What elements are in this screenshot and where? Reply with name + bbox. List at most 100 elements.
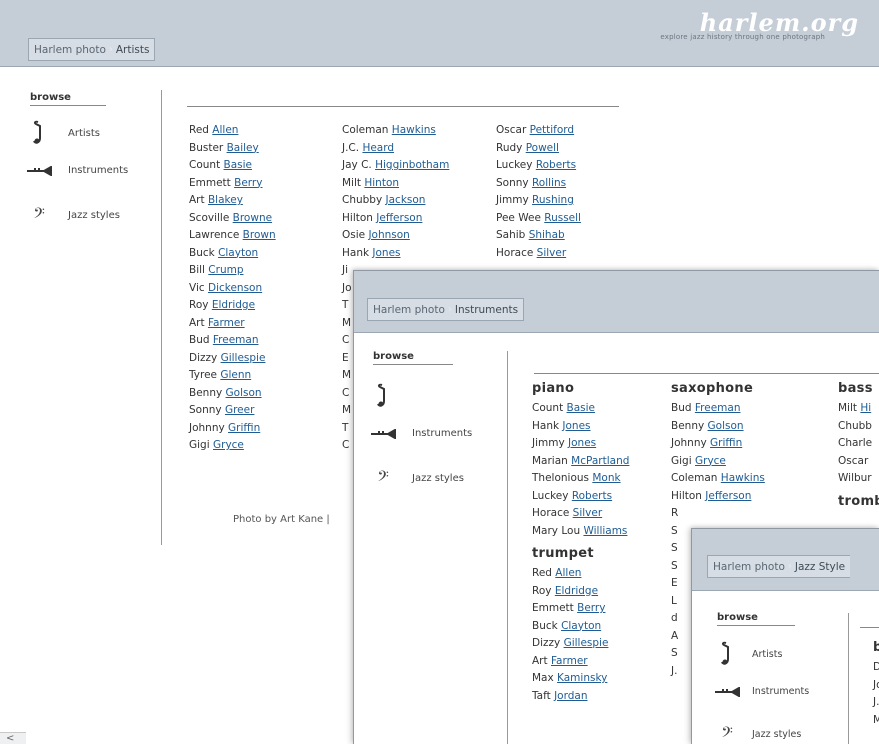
breadcrumb: Harlem photo › Artists — [28, 38, 156, 61]
surname-link[interactable]: Golson — [708, 420, 744, 432]
artist-row: Hank Jones — [342, 245, 449, 263]
surname-link[interactable]: Brown — [243, 229, 276, 241]
surname-link[interactable]: Pettiford — [530, 124, 575, 136]
surname-link[interactable]: Freeman — [695, 402, 741, 414]
breadcrumb-home-link[interactable]: Harlem photo — [713, 561, 785, 573]
sidebar-item-instruments[interactable]: Instruments — [366, 428, 472, 439]
surname-link[interactable]: Russell — [544, 212, 581, 224]
sidebar-item-instruments[interactable]: Instruments — [22, 165, 128, 176]
surname-link[interactable]: Eldridge — [212, 299, 255, 311]
musician-row: Luckey Roberts — [532, 488, 629, 506]
surname-link[interactable]: Powell — [526, 142, 559, 154]
first-name: Oscar — [496, 124, 530, 136]
first-name: Buck — [189, 246, 219, 259]
surname-link[interactable]: Griffin — [228, 422, 260, 434]
trumpet-icon — [366, 428, 400, 439]
surname-link[interactable]: Gillespie — [221, 352, 266, 364]
surname-link[interactable]: Allen — [555, 567, 581, 579]
surname-link[interactable]: McPartland — [571, 455, 629, 467]
trumpet-icon — [22, 165, 56, 176]
first-name: Charle — [838, 437, 873, 449]
sidebar-item-label: Jazz styles — [68, 210, 120, 221]
artist-row: Oscar Pettiford — [496, 122, 581, 140]
surname-link[interactable]: Kaminsky — [557, 672, 607, 684]
surname-link[interactable]: Higginbotham — [375, 159, 449, 171]
surname-link[interactable]: Gryce — [213, 439, 244, 451]
first-name: Art — [189, 316, 208, 329]
surname-link[interactable]: Greer — [225, 404, 254, 416]
surname-link[interactable]: Rushing — [532, 194, 574, 206]
surname-link[interactable]: Johnson — [368, 229, 409, 241]
surname-link[interactable]: Allen — [212, 124, 238, 136]
first-name: Jay C. — [342, 159, 376, 171]
surname-link[interactable]: Gillespie — [564, 637, 609, 649]
surname-link[interactable]: Jefferson — [376, 212, 422, 224]
surname-link[interactable]: Roberts — [536, 159, 576, 171]
first-name: Buster — [189, 141, 227, 154]
content-divider — [860, 627, 879, 628]
surname-link[interactable]: Freeman — [213, 334, 259, 346]
surname-link[interactable]: Roberts — [572, 490, 612, 502]
breadcrumb-home-link[interactable]: Harlem photo — [34, 44, 106, 56]
surname-link[interactable]: Jefferson — [705, 490, 751, 502]
sidebar-item-artists[interactable] — [366, 383, 400, 409]
sidebar-item-label: Jazz styles — [412, 473, 464, 484]
surname-link[interactable]: Jones — [562, 420, 590, 432]
sidebar-item-label: Artists — [752, 648, 783, 660]
surname-link[interactable]: Griffin — [710, 437, 742, 449]
surname-link[interactable]: Basie — [224, 159, 253, 171]
surname-link[interactable]: Browne — [233, 212, 272, 224]
surname-link[interactable]: Basie — [567, 402, 596, 414]
surname-link[interactable]: Berry — [577, 602, 605, 614]
sidebar-item-jazz-styles[interactable]: 𝄢 Jazz styles — [366, 468, 464, 489]
first-name: Hilton — [671, 489, 706, 502]
first-name: Hilton — [342, 211, 377, 224]
surname-link[interactable]: Berry — [234, 177, 262, 189]
sidebar-item-instruments[interactable]: Instruments — [710, 686, 809, 697]
piano-column: piano Count Basie Hank Jones Jimmy Jones Ma… — [532, 378, 629, 705]
sidebar-item-jazz-styles[interactable]: 𝄢 Jazz styles — [22, 205, 120, 226]
breadcrumb-home-link[interactable]: Harlem photo — [373, 304, 445, 316]
surname-link[interactable]: Bailey — [227, 142, 259, 154]
surname-link[interactable]: Silver — [537, 247, 567, 259]
surname-link[interactable]: Shihab — [529, 229, 565, 241]
scroll-left-arrow[interactable]: < — [0, 732, 26, 744]
surname-link[interactable]: Crump — [208, 264, 243, 276]
surname-link[interactable]: Jordan — [554, 690, 587, 702]
surname-link[interactable]: Hinton — [364, 177, 399, 189]
sidebar-item-artists[interactable]: Artists — [22, 120, 100, 146]
surname-link[interactable]: Williams — [583, 525, 627, 537]
saxophone-icon — [710, 641, 744, 667]
surname-link[interactable]: Hawkins — [392, 124, 436, 136]
surname-link[interactable]: Dickenson — [208, 282, 262, 294]
artist-row: Sahib Shihab — [496, 227, 581, 245]
surname-link[interactable]: Jackson — [386, 194, 426, 206]
surname-link[interactable]: Clayton — [218, 247, 258, 259]
surname-link[interactable]: Gryce — [695, 455, 726, 467]
surname-link[interactable]: Glenn — [220, 369, 251, 381]
site-logo[interactable]: harlem.org explore jazz history through … — [660, 8, 859, 41]
surname-link[interactable]: Hi — [860, 402, 871, 414]
first-name: Max — [532, 672, 558, 684]
first-name: Art — [532, 654, 551, 667]
jazz-style-row-clipped: J. — [873, 696, 879, 708]
surname-link[interactable]: Eldridge — [555, 585, 598, 597]
sidebar-item-artists[interactable]: Artists — [710, 641, 782, 667]
sidebar-item-jazz-styles[interactable]: 𝄢 Jazz styles — [710, 724, 801, 744]
first-name: Luckey — [532, 489, 572, 502]
surname-link[interactable]: Heard — [362, 142, 394, 154]
surname-link[interactable]: Jones — [568, 437, 596, 449]
surname-link[interactable]: Golson — [226, 387, 262, 399]
surname-link[interactable]: Jones — [372, 247, 400, 259]
trombone-heading: tromb — [838, 493, 879, 509]
surname-link[interactable]: Hawkins — [721, 472, 765, 484]
surname-link[interactable]: Rollins — [532, 177, 566, 189]
surname-link[interactable]: Farmer — [551, 655, 588, 667]
surname-link[interactable]: Silver — [573, 507, 603, 519]
surname-link[interactable]: Clayton — [561, 620, 601, 632]
first-name: Oscar — [838, 454, 869, 467]
surname-link[interactable]: Farmer — [208, 317, 245, 329]
surname-link[interactable]: Monk — [592, 472, 620, 484]
surname-link[interactable]: Blakey — [208, 194, 243, 206]
artist-row: Hilton Jefferson — [342, 210, 449, 228]
